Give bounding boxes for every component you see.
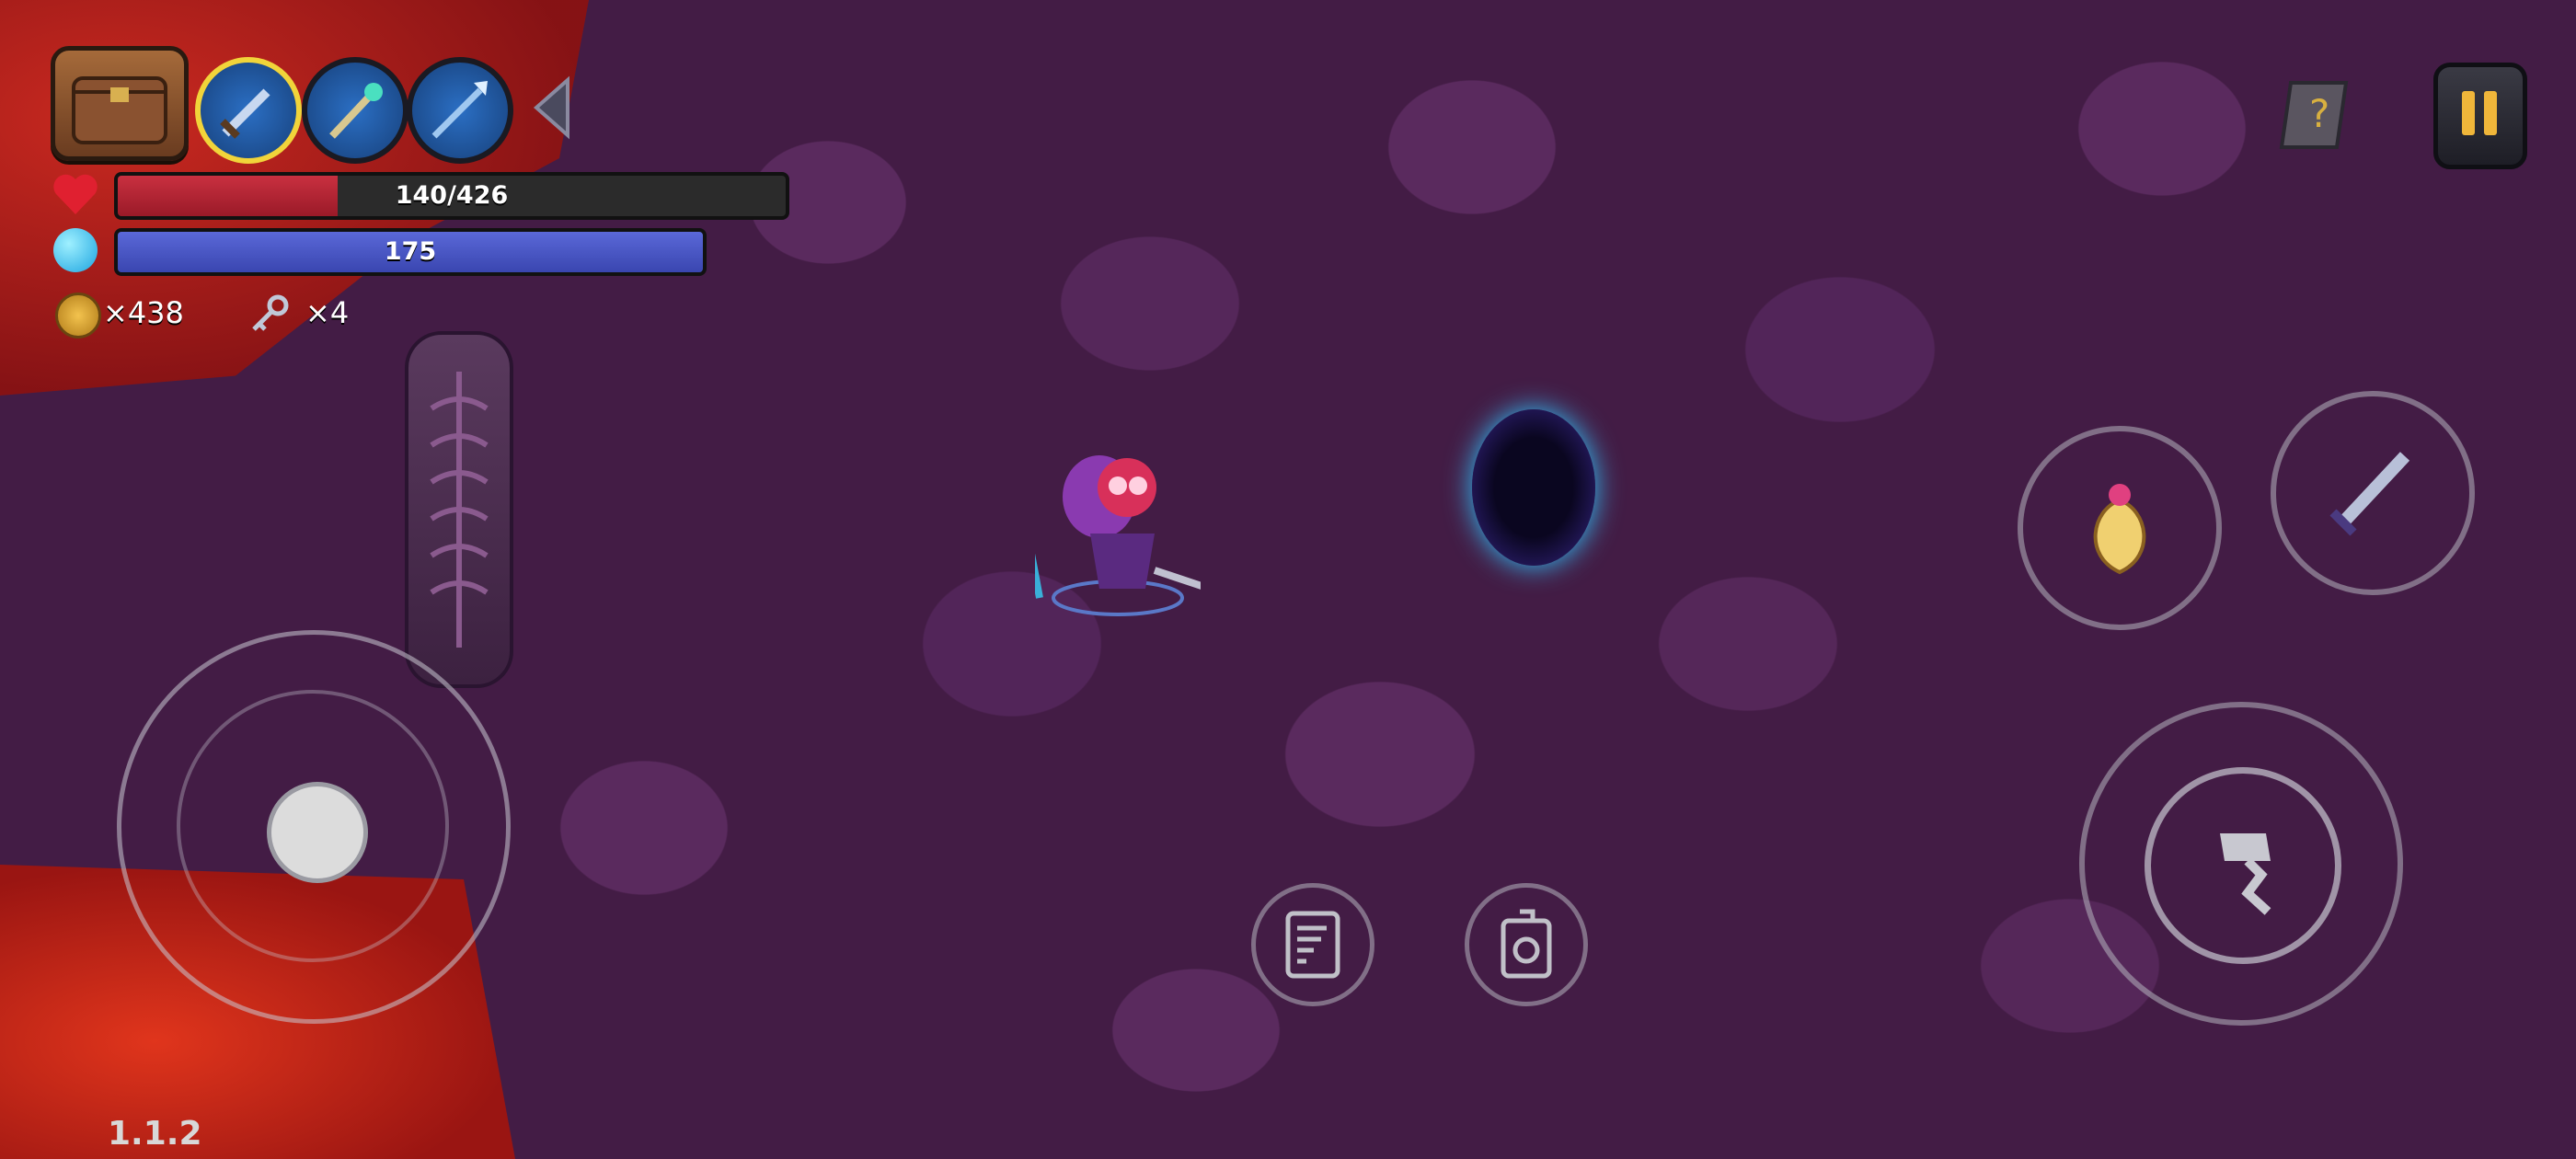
movement-joystick[interactable] — [117, 630, 511, 1024]
sword-icon — [2329, 452, 2410, 536]
weapon-slot-1[interactable] — [195, 57, 302, 164]
health-bar: 140/426 — [114, 172, 789, 220]
pause-button[interactable] — [2433, 63, 2527, 169]
question-book-icon: ? — [2279, 81, 2349, 149]
attack-button[interactable] — [2079, 702, 2403, 1026]
coin-icon — [55, 293, 101, 339]
spine-icon — [430, 372, 489, 648]
key-icon — [248, 293, 291, 335]
key-count: ×4 — [305, 295, 350, 330]
help-book-button[interactable]: ? — [2272, 74, 2364, 156]
spear-icon — [431, 81, 488, 139]
backpack-button[interactable] — [1465, 883, 1588, 1006]
health-text: 140/426 — [395, 181, 509, 210]
staff-icon — [329, 83, 383, 139]
joystick-knob[interactable] — [267, 782, 368, 883]
potion-icon — [2093, 484, 2146, 575]
portal[interactable] — [1472, 409, 1595, 566]
weapon-slot-3[interactable] — [407, 57, 513, 164]
collapse-weapons-button[interactable] — [529, 75, 575, 140]
hammer-icon — [2220, 833, 2271, 915]
heart-icon — [51, 170, 100, 220]
mana-orb-icon — [53, 228, 98, 272]
skill-button[interactable] — [2018, 426, 2222, 630]
backpack-icon — [1501, 909, 1552, 979]
sword-icon — [220, 88, 270, 139]
scroll-icon — [1285, 911, 1340, 979]
satchel-icon — [72, 76, 167, 144]
attack-button-inner — [2145, 767, 2341, 964]
version-label: 1.1.2 — [108, 1115, 202, 1153]
bone-pillar — [405, 331, 513, 688]
weapon-slot-2[interactable] — [302, 57, 408, 164]
inventory-bag-button[interactable] — [51, 46, 189, 161]
task-log-button[interactable] — [1251, 883, 1374, 1006]
svg-text:?: ? — [2309, 91, 2329, 136]
chevron-left-icon — [533, 75, 569, 140]
mana-bar: 175 — [114, 228, 707, 276]
mana-text: 175 — [384, 237, 437, 266]
weapon-switch-button[interactable] — [2271, 391, 2475, 595]
coin-count: ×438 — [103, 295, 184, 330]
player-character — [1022, 432, 1212, 616]
